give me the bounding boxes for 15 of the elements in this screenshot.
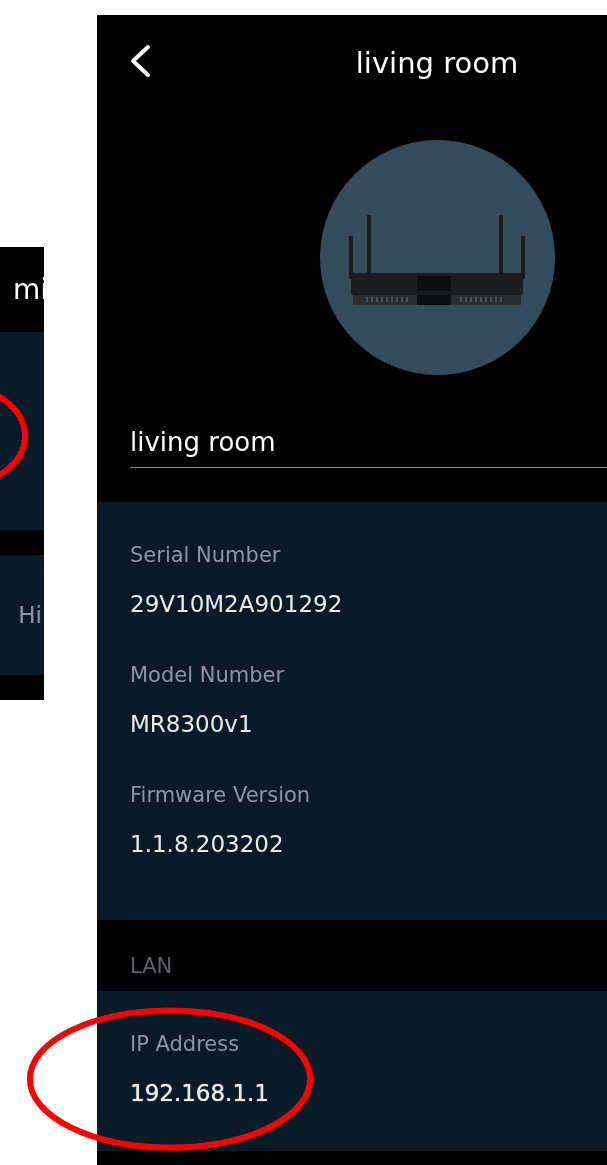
field-value: 192.168.1.1 (130, 1079, 269, 1107)
section-title: LAN (130, 954, 173, 978)
field-value: 29V10M2A901292 (130, 590, 343, 618)
item-label: Hi (18, 602, 42, 629)
field-label: Serial Number (130, 542, 281, 568)
name-field[interactable]: living room (130, 427, 607, 468)
field-label: Model Number (130, 662, 285, 688)
list-item[interactable]: Hi (0, 555, 44, 675)
back-chevron-icon (129, 44, 151, 78)
screen-title: living room (355, 45, 519, 80)
field-label: Firmware Version (130, 782, 311, 808)
field-value: 1.1.8.203202 (130, 830, 284, 858)
field-value: MR8300v1 (130, 710, 253, 738)
list-item[interactable] (0, 331, 44, 531)
field-label: IP Address (130, 1031, 240, 1057)
